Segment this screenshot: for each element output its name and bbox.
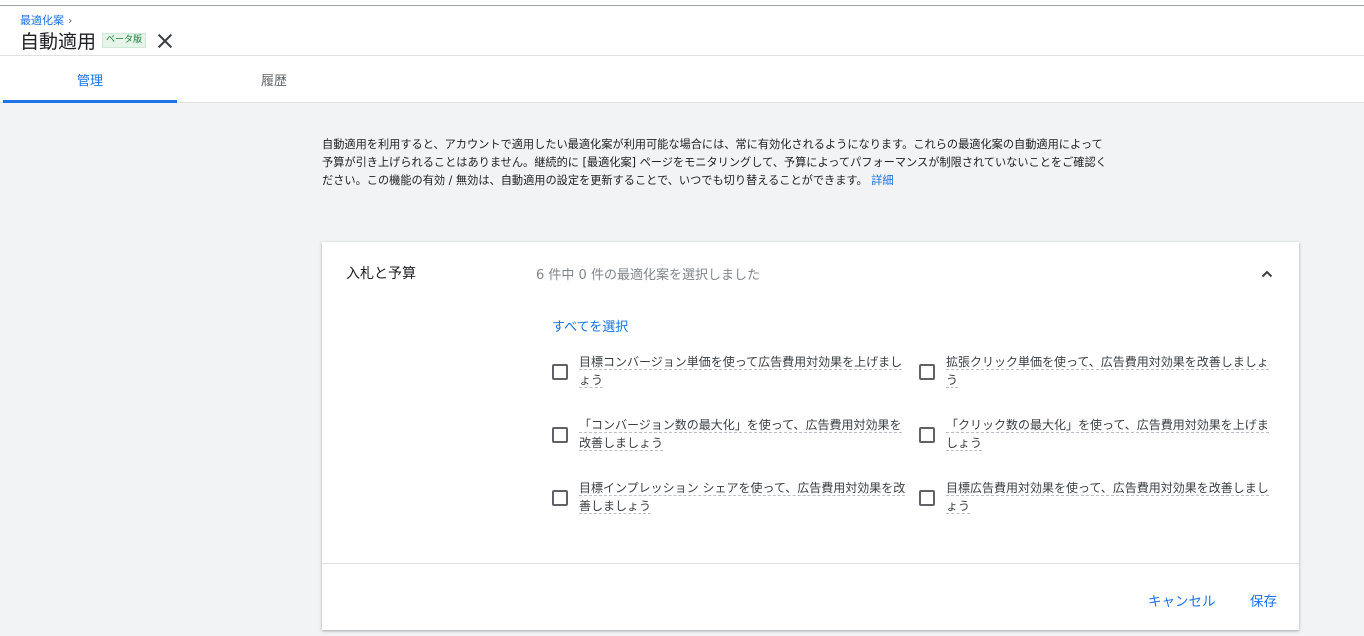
card-label: 入札と予算 [346, 266, 416, 282]
option-label: 目標コンバージョン単価を使って広告費用対効果を上げましょう [579, 355, 903, 388]
option-label: 目標広告費用対効果を使って、広告費用対効果を改善しましょう [946, 481, 1269, 514]
option-target-impression-share[interactable]: 目標インプレッション シェアを使って、広告費用対効果を改善しましょう [552, 479, 912, 515]
bidding-budget-card: 入札と予算 6 件中 0 件の最適化案を選択しました すべてを選択 目標コンバー… [322, 242, 1299, 630]
card-divider [322, 563, 1299, 564]
checkbox[interactable] [919, 364, 935, 380]
chevron-up-icon[interactable] [1259, 266, 1275, 282]
option-enhanced-cpc[interactable]: 拡張クリック単価を使って、広告費用対効果を改善しましょう [919, 353, 1279, 389]
option-target-cpa[interactable]: 目標コンバージョン単価を使って広告費用対効果を上げましょう [552, 353, 912, 389]
checkbox[interactable] [552, 490, 568, 506]
breadcrumb-link[interactable]: 最適化案 [20, 12, 64, 28]
option-label: 拡張クリック単価を使って、広告費用対効果を改善しましょう [946, 355, 1269, 388]
selection-summary: 6 件中 0 件の最適化案を選択しました [536, 268, 760, 283]
tab-history[interactable]: 履歴 [187, 56, 361, 103]
page-header: 最適化案 › 自動適用 ベータ版 [0, 6, 1364, 56]
option-label: 「コンバージョン数の最大化」を使って、広告費用対効果を改善しましょう [579, 418, 902, 451]
option-maximize-clicks[interactable]: 「クリック数の最大化」を使って、広告費用対効果を上げましょう [919, 416, 1279, 452]
description-text: 自動適用を利用すると、アカウントで適用したい最適化案が利用可能な場合には、常に有… [322, 138, 1107, 187]
option-maximize-conversions[interactable]: 「コンバージョン数の最大化」を使って、広告費用対効果を改善しましょう [552, 416, 912, 452]
checkbox[interactable] [919, 427, 935, 443]
cancel-button[interactable]: キャンセル [1148, 590, 1216, 610]
checkbox[interactable] [552, 364, 568, 380]
beta-badge: ベータ版 [102, 33, 147, 48]
title-row: 自動適用 ベータ版 [20, 27, 174, 54]
tab-bar: 管理 履歴 [0, 56, 1364, 103]
option-target-roas[interactable]: 目標広告費用対効果を使って、広告費用対効果を改善しましょう [919, 479, 1279, 515]
option-label: 「クリック数の最大化」を使って、広告費用対効果を上げましょう [946, 418, 1269, 451]
description: 自動適用を利用すると、アカウントで適用したい最適化案が利用可能な場合には、常に有… [322, 136, 1112, 190]
checkbox[interactable] [919, 490, 935, 506]
option-label: 目標インプレッション シェアを使って、広告費用対効果を改善しましょう [579, 481, 906, 514]
checkbox[interactable] [552, 427, 568, 443]
select-all-link[interactable]: すべてを選択 [552, 316, 628, 335]
close-icon[interactable] [156, 32, 174, 50]
breadcrumb: 最適化案 › [20, 12, 72, 28]
page-title: 自動適用 [20, 31, 97, 53]
tab-manage[interactable]: 管理 [3, 56, 177, 103]
learn-more-link[interactable]: 詳細 [871, 174, 893, 187]
chevron-right-icon: › [68, 13, 73, 27]
save-button[interactable]: 保存 [1250, 590, 1277, 610]
